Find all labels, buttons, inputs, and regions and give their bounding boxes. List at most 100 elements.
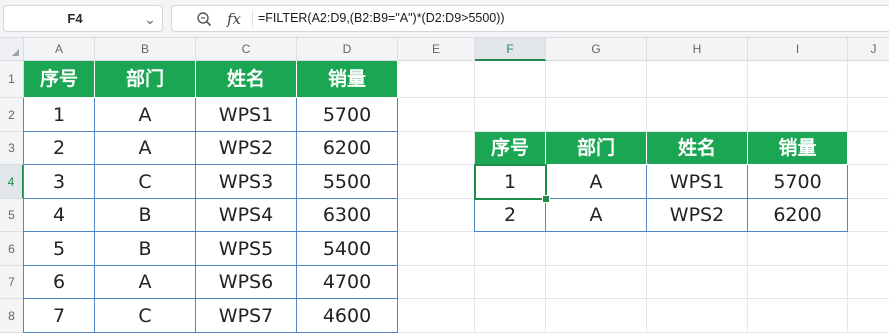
row-header-7[interactable]: 7 xyxy=(0,266,24,299)
result-table-data-cell[interactable]: 1 xyxy=(474,165,546,199)
fill-handle[interactable] xyxy=(542,195,550,203)
name-box[interactable]: F4 ⌄ xyxy=(3,5,163,32)
result-table-header-cell[interactable]: 序号 xyxy=(475,132,546,165)
result-table-data-cell[interactable]: A xyxy=(546,165,647,199)
result-table-data-cell[interactable]: A xyxy=(546,199,647,232)
grid-cell[interactable] xyxy=(647,266,748,299)
source-table-data-cell[interactable]: 5700 xyxy=(297,98,398,132)
grid-cell[interactable] xyxy=(398,98,475,132)
source-table-data-cell[interactable]: 5500 xyxy=(297,165,398,199)
source-table-data-cell[interactable]: 6300 xyxy=(297,199,398,232)
row-header-4[interactable]: 4 xyxy=(0,165,24,199)
source-table-data-cell[interactable]: C xyxy=(95,165,196,199)
grid-cell[interactable] xyxy=(848,61,889,98)
grid-cell[interactable] xyxy=(398,266,475,299)
grid-cell[interactable] xyxy=(398,232,475,266)
grid-cell[interactable] xyxy=(475,232,546,266)
grid-cell[interactable] xyxy=(398,199,475,232)
source-table-data-cell[interactable]: 4 xyxy=(23,199,95,232)
grid-cell[interactable] xyxy=(546,61,647,98)
column-header-g[interactable]: G xyxy=(546,38,647,61)
row-header-5[interactable]: 5 xyxy=(0,199,24,232)
row-header-1[interactable]: 1 xyxy=(0,61,24,98)
source-table-data-cell[interactable]: WPS7 xyxy=(196,299,297,333)
grid-cell[interactable] xyxy=(848,299,889,333)
grid-cell[interactable] xyxy=(647,232,748,266)
column-header-h[interactable]: H xyxy=(647,38,748,61)
result-table-header-cell[interactable]: 部门 xyxy=(546,132,647,165)
column-header-c[interactable]: C xyxy=(196,38,297,61)
result-table-data-cell[interactable]: 2 xyxy=(474,199,546,232)
source-table-data-cell[interactable]: 7 xyxy=(23,299,95,333)
grid-cell[interactable] xyxy=(647,98,748,132)
row-header-6[interactable]: 6 xyxy=(0,232,24,266)
result-table-data-cell[interactable]: 5700 xyxy=(748,165,848,199)
source-table-header-cell[interactable]: 姓名 xyxy=(196,61,297,98)
function-icon[interactable]: fx xyxy=(227,8,241,30)
grid-cell[interactable] xyxy=(848,266,889,299)
source-table-data-cell[interactable]: 1 xyxy=(23,98,95,132)
grid-cell[interactable] xyxy=(748,266,848,299)
grid-cell[interactable] xyxy=(848,132,889,165)
source-table-data-cell[interactable]: B xyxy=(95,232,196,266)
formula-input[interactable]: fx =FILTER(A2:D9,(B2:B9="A")*(D2:D9>5500… xyxy=(171,5,889,32)
result-table-header-cell[interactable]: 姓名 xyxy=(647,132,748,165)
source-table-data-cell[interactable]: WPS2 xyxy=(196,132,297,165)
column-header-b[interactable]: B xyxy=(95,38,196,61)
result-table-data-cell[interactable]: 6200 xyxy=(748,199,848,232)
result-table-header-cell[interactable]: 销量 xyxy=(748,132,848,165)
source-table-data-cell[interactable]: B xyxy=(95,199,196,232)
grid-cell[interactable] xyxy=(848,232,889,266)
source-table-data-cell[interactable]: 5400 xyxy=(297,232,398,266)
grid-cell[interactable] xyxy=(748,299,848,333)
grid-cell[interactable] xyxy=(475,299,546,333)
grid-cell[interactable] xyxy=(546,299,647,333)
row-header-3[interactable]: 3 xyxy=(0,132,24,165)
result-table-data-cell[interactable]: WPS1 xyxy=(647,165,748,199)
source-table-data-cell[interactable]: 4600 xyxy=(297,299,398,333)
source-table-data-cell[interactable]: 6200 xyxy=(297,132,398,165)
column-header-i[interactable]: I xyxy=(748,38,848,61)
grid-cell[interactable] xyxy=(748,98,848,132)
grid-cell[interactable] xyxy=(546,98,647,132)
grid-cell[interactable] xyxy=(398,299,475,333)
source-table-data-cell[interactable]: WPS4 xyxy=(196,199,297,232)
source-table-data-cell[interactable]: 3 xyxy=(23,165,95,199)
grid-cell[interactable] xyxy=(398,165,475,199)
source-table-data-cell[interactable]: A xyxy=(95,98,196,132)
grid-cell[interactable] xyxy=(546,232,647,266)
grid-cell[interactable] xyxy=(848,199,889,232)
source-table-data-cell[interactable]: 6 xyxy=(23,266,95,299)
source-table-header-cell[interactable]: 销量 xyxy=(297,61,398,98)
source-table-header-cell[interactable]: 序号 xyxy=(24,61,95,98)
grid-cell[interactable] xyxy=(848,165,889,199)
grid-cell[interactable] xyxy=(748,232,848,266)
grid-cell[interactable] xyxy=(475,61,546,98)
grid-cell[interactable] xyxy=(398,61,475,98)
result-table-data-cell[interactable]: WPS2 xyxy=(647,199,748,232)
grid-cell[interactable] xyxy=(748,61,848,98)
source-table-data-cell[interactable]: WPS6 xyxy=(196,266,297,299)
source-table-data-cell[interactable]: WPS1 xyxy=(196,98,297,132)
grid-cell[interactable] xyxy=(546,266,647,299)
source-table-data-cell[interactable]: A xyxy=(95,132,196,165)
source-table-data-cell[interactable]: WPS5 xyxy=(196,232,297,266)
grid-cell[interactable] xyxy=(647,61,748,98)
column-header-a[interactable]: A xyxy=(24,38,95,61)
column-header-j[interactable]: J xyxy=(848,38,889,61)
source-table-data-cell[interactable]: C xyxy=(95,299,196,333)
source-table-data-cell[interactable]: A xyxy=(95,266,196,299)
row-header-2[interactable]: 2 xyxy=(0,98,24,132)
source-table-header-cell[interactable]: 部门 xyxy=(95,61,196,98)
grid-cell[interactable] xyxy=(848,98,889,132)
source-table-data-cell[interactable]: WPS3 xyxy=(196,165,297,199)
source-table-data-cell[interactable]: 4700 xyxy=(297,266,398,299)
source-table-data-cell[interactable]: 2 xyxy=(23,132,95,165)
grid-cell[interactable] xyxy=(475,266,546,299)
column-header-e[interactable]: E xyxy=(398,38,475,61)
select-all-corner[interactable] xyxy=(0,38,24,61)
grid-cell[interactable] xyxy=(647,299,748,333)
source-table-data-cell[interactable]: 5 xyxy=(23,232,95,266)
column-header-d[interactable]: D xyxy=(297,38,398,61)
row-header-8[interactable]: 8 xyxy=(0,299,24,333)
